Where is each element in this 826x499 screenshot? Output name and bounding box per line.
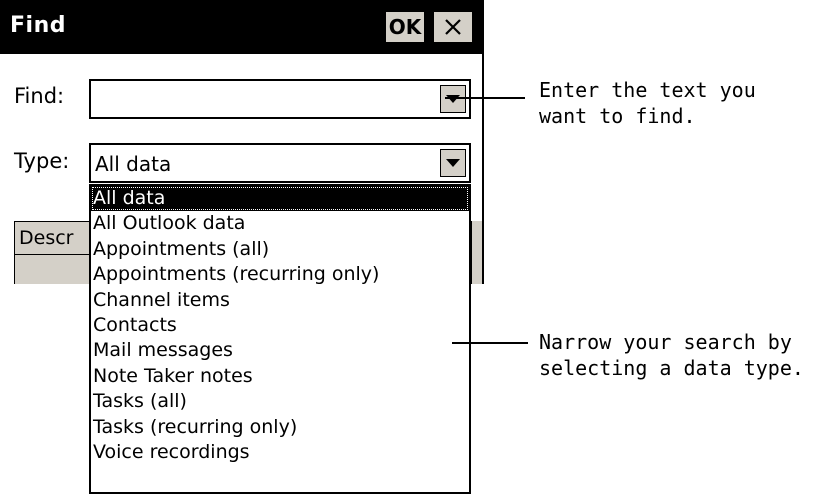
dropdown-item-channel-items[interactable]: Channel items xyxy=(91,288,469,313)
dropdown-item-all-outlook-data[interactable]: All Outlook data xyxy=(91,211,469,236)
dropdown-item-voice-recordings[interactable]: Voice recordings xyxy=(91,440,469,465)
chevron-down-icon xyxy=(446,159,460,167)
results-list-background xyxy=(14,255,90,284)
type-callout-line-2: selecting a data type. xyxy=(539,356,804,380)
type-callout-line-1: Narrow your search by xyxy=(539,330,792,354)
dropdown-item-tasks-recurring[interactable]: Tasks (recurring only) xyxy=(91,415,469,440)
find-callout-text: Enter the text you want to find. xyxy=(539,77,756,129)
dropdown-item-mail-messages[interactable]: Mail messages xyxy=(91,338,469,363)
ok-button[interactable]: OK xyxy=(384,10,426,44)
results-list-edge xyxy=(471,221,482,284)
type-dropdown-list[interactable]: All data All Outlook data Appointments (… xyxy=(89,184,471,494)
dropdown-item-contacts[interactable]: Contacts xyxy=(91,313,469,338)
dialog-title: Find xyxy=(10,13,66,38)
description-column-header[interactable]: Descr xyxy=(14,221,90,255)
find-callout-line-1: Enter the text you xyxy=(539,78,756,102)
description-header-label: Descr xyxy=(19,227,74,249)
type-callout-line xyxy=(452,342,528,344)
dropdown-item-note-taker-notes[interactable]: Note Taker notes xyxy=(91,364,469,389)
dropdown-item-all-data[interactable]: All data xyxy=(91,186,469,212)
find-dropdown-button[interactable] xyxy=(440,85,466,113)
find-combobox[interactable] xyxy=(89,79,471,119)
find-label: Find: xyxy=(14,84,65,108)
close-icon xyxy=(445,19,461,35)
type-callout-text: Narrow your search by selecting a data t… xyxy=(539,329,804,381)
type-selected-value: All data xyxy=(95,152,172,176)
dropdown-item-tasks-all[interactable]: Tasks (all) xyxy=(91,389,469,414)
find-callout-line xyxy=(445,97,525,99)
close-button[interactable] xyxy=(432,10,474,44)
dropdown-item-appointments-all[interactable]: Appointments (all) xyxy=(91,237,469,262)
type-label: Type: xyxy=(14,149,70,173)
dropdown-item-appointments-recurring[interactable]: Appointments (recurring only) xyxy=(91,262,469,287)
type-combobox[interactable]: All data xyxy=(89,143,471,183)
find-callout-line-2: want to find. xyxy=(539,104,696,128)
type-dropdown-button[interactable] xyxy=(440,149,466,177)
title-bar: Find OK xyxy=(0,0,482,54)
find-input[interactable] xyxy=(93,83,433,117)
